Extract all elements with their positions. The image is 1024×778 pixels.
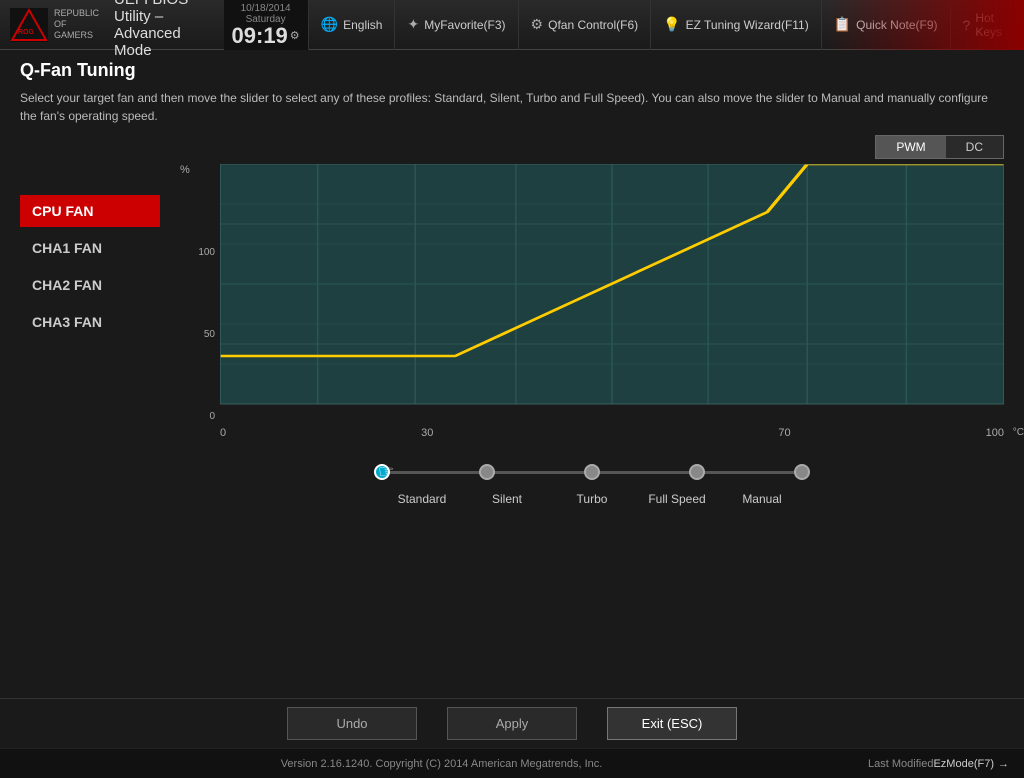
slider-dot-fullspeed[interactable]	[689, 464, 705, 480]
exit-button[interactable]: Exit (ESC)	[607, 707, 737, 740]
page-title: Q-Fan Tuning	[20, 60, 1004, 81]
settings-icon[interactable]: ⚙	[290, 29, 300, 42]
bios-title: UEFI BIOS Utility – Advanced Mode	[114, 0, 204, 59]
nav-language[interactable]: 🌐 English	[309, 0, 396, 50]
rog-brand-text: REPUBLICOFGAMERS	[54, 8, 99, 40]
slider-labels: Standard Silent Turbo Full Speed Manual	[382, 492, 802, 506]
slider-dot-standard[interactable]	[374, 464, 390, 480]
fan-speed-chart	[220, 164, 1004, 424]
section-description: Select your target fan and then move the…	[20, 89, 1004, 125]
slider-dot-turbo[interactable]	[584, 464, 600, 480]
slider-dot-silent[interactable]	[479, 464, 495, 480]
datetime-area: 10/18/2014 Saturday 09:19 ⚙	[224, 0, 309, 50]
x-axis-unit: °C	[1013, 427, 1024, 438]
star-icon: ✦	[407, 16, 419, 33]
y-axis-100: 100	[198, 247, 215, 258]
y-axis-unit: %	[180, 164, 193, 176]
nav-qfan[interactable]: ⚙ Qfan Control(F6)	[519, 0, 652, 50]
fan-icon: ⚙	[531, 16, 544, 33]
y-axis: % 100 50 0	[180, 164, 215, 442]
undo-button[interactable]: Undo	[287, 707, 417, 740]
fan-list: CPU FAN CHA1 FAN CHA2 FAN CHA3 FAN	[20, 135, 160, 688]
apply-button[interactable]: Apply	[447, 707, 577, 740]
pwm-button[interactable]: PWM	[876, 136, 945, 158]
slider-label-fullspeed: Full Speed	[637, 492, 717, 506]
nav-myfavorite[interactable]: ✦ MyFavorite(F3)	[395, 0, 518, 50]
slider-dot-manual[interactable]	[794, 464, 810, 480]
globe-icon: 🌐	[321, 16, 338, 33]
fan-item-cha3[interactable]: CHA3 FAN	[20, 306, 160, 338]
fan-item-cha1[interactable]: CHA1 FAN	[20, 232, 160, 264]
note-icon: 📋	[834, 16, 851, 33]
top-nav: 🌐 English ✦ MyFavorite(F3) ⚙ Qfan Contro…	[309, 0, 1014, 50]
chart-wrapper: % 100 50 0	[180, 164, 1004, 442]
svg-text:ROG: ROG	[18, 29, 35, 36]
y-axis-50: 50	[204, 329, 215, 340]
statusbar: Version 2.16.1240. Copyright (C) 2014 Am…	[0, 748, 1024, 778]
fan-item-cpu[interactable]: CPU FAN	[20, 195, 160, 227]
slider-label-turbo: Turbo	[552, 492, 632, 506]
slider-label-standard: Standard	[382, 492, 462, 506]
slider-label-silent: Silent	[467, 492, 547, 506]
nav-quicknote-label: Quick Note(F9)	[856, 18, 937, 32]
nav-quicknote[interactable]: 📋 Quick Note(F9)	[822, 0, 951, 50]
main-content: Q-Fan Tuning Select your target fan and …	[0, 50, 1024, 698]
nav-language-label: English	[343, 18, 382, 32]
logo-area: ROG REPUBLICOFGAMERS	[10, 8, 99, 42]
slider-track-container[interactable]: ☞	[382, 457, 802, 487]
chart-area: 0 30 70 100 °C	[220, 164, 1004, 442]
dc-button[interactable]: DC	[946, 136, 1003, 158]
x-label-100: 100	[986, 427, 1004, 439]
profile-slider-section: ☞ Standard Silent Turbo Full Speed Manua…	[180, 457, 1004, 506]
nav-qfan-label: Qfan Control(F6)	[548, 18, 638, 32]
content-area: CPU FAN CHA1 FAN CHA2 FAN CHA3 FAN PWM D…	[20, 135, 1004, 688]
slider-label-manual: Manual	[722, 492, 802, 506]
fan-item-cha2[interactable]: CHA2 FAN	[20, 269, 160, 301]
x-label-30: 30	[421, 427, 433, 439]
x-label-70: 70	[778, 427, 790, 439]
wizard-icon: 💡	[663, 16, 680, 33]
topbar: ROG REPUBLICOFGAMERS UEFI BIOS Utility –…	[0, 0, 1024, 50]
help-icon: ?	[963, 17, 971, 33]
nav-eztuning-label: EZ Tuning Wizard(F11)	[686, 18, 809, 32]
button-bar: Undo Apply Exit (ESC)	[0, 698, 1024, 748]
pwm-dc-toggle[interactable]: PWM DC	[875, 135, 1004, 159]
date-label: 10/18/2014	[241, 3, 291, 14]
chart-container: PWM DC % 100 50 0	[180, 135, 1004, 688]
y-axis-0: 0	[209, 411, 215, 422]
rog-logo: ROG	[10, 8, 48, 42]
nav-hotkeys[interactable]: ? Hot Keys	[951, 0, 1014, 50]
time-display: 09:19	[232, 25, 288, 47]
nav-eztuning[interactable]: 💡 EZ Tuning Wizard(F11)	[651, 0, 822, 50]
nav-hotkeys-label: Hot Keys	[975, 11, 1002, 39]
nav-myfavorite-label: MyFavorite(F3)	[424, 18, 505, 32]
x-label-0: 0	[220, 427, 226, 439]
